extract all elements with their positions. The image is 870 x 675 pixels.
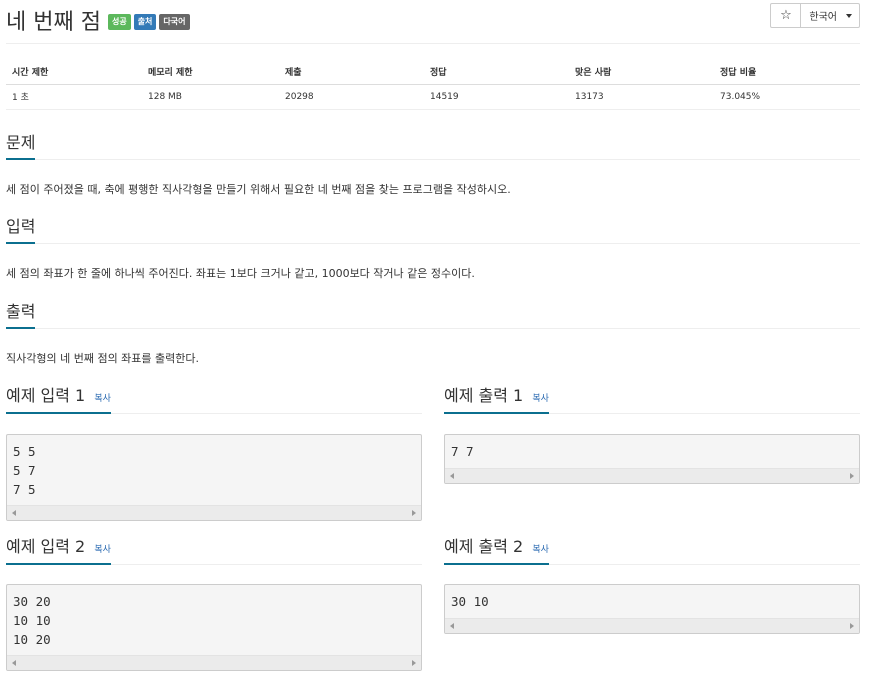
horizontal-scrollbar[interactable] (445, 468, 859, 483)
horizontal-scrollbar[interactable] (7, 655, 421, 670)
value-memory-limit: 128 MB (142, 84, 279, 110)
copy-button[interactable]: 복사 (94, 394, 111, 404)
star-icon: ☆ (780, 8, 792, 23)
sample-input-1-code-box[interactable]: 5 5 5 7 7 5 (6, 434, 422, 521)
header-memory-limit: 메모리 제한 (142, 60, 279, 85)
table-row: 1 초 128 MB 20298 14519 13173 73.045% (6, 84, 860, 110)
sample-input-2-code-box[interactable]: 30 20 10 10 10 20 (6, 584, 422, 671)
output-description: 직사각형의 네 번째 점의 좌표를 출력한다. (6, 352, 200, 365)
sample-input-1-code: 5 5 5 7 7 5 (13, 444, 36, 497)
language-dropdown[interactable]: 한국어 (801, 3, 860, 28)
header-accepted: 정답 (424, 60, 569, 85)
sample-output-2-code-box[interactable]: 30 10 (444, 584, 860, 634)
header-accept-ratio: 정답 비율 (714, 60, 860, 85)
source-badge[interactable]: 출처 (133, 14, 157, 30)
caret-down-icon (846, 13, 852, 18)
problem-info-table: 시간 제한 메모리 제한 제출 정답 맞은 사람 정답 비율 1 초 128 M… (6, 60, 860, 110)
language-label: 한국어 (809, 12, 837, 23)
horizontal-scrollbar[interactable] (7, 505, 421, 520)
multilang-badge[interactable]: 다국어 (159, 14, 190, 30)
copy-button[interactable]: 복사 (532, 545, 549, 555)
scroll-left-icon[interactable] (450, 623, 454, 629)
scroll-left-icon[interactable] (450, 473, 454, 479)
problem-description: 세 점이 주어졌을 때, 축에 평행한 직사각형을 만들기 위해서 필요한 네 … (6, 183, 511, 196)
sample-output-2-code: 30 10 (451, 594, 489, 609)
sample-output-1-code: 7 7 (451, 444, 474, 459)
sample-output-2-title: 예제 출력 2 (444, 537, 524, 556)
output-section: 출력 직사각형의 네 번째 점의 좌표를 출력한다. (6, 302, 860, 366)
sample-input-1: 예제 입력 1 복사 5 5 5 7 7 5 (6, 385, 422, 521)
sample-output-1-title: 예제 출력 1 (444, 386, 524, 405)
copy-button[interactable]: 복사 (94, 545, 111, 555)
problem-heading: 문제 (6, 133, 36, 160)
sample-input-2: 예제 입력 2 복사 30 20 10 10 10 20 (6, 536, 422, 671)
scroll-right-icon[interactable] (412, 510, 416, 516)
scroll-left-icon[interactable] (12, 660, 16, 666)
header-divider (6, 43, 860, 44)
header-solvers: 맞은 사람 (569, 60, 714, 85)
sample-output-2: 예제 출력 2 복사 30 10 (444, 536, 860, 634)
page-title: 네 번째 점 (6, 10, 101, 35)
header-submissions: 제출 (279, 60, 424, 85)
favorite-button[interactable]: ☆ (770, 3, 802, 28)
sample-input-2-title: 예제 입력 2 (6, 537, 86, 556)
copy-button[interactable]: 복사 (532, 394, 549, 404)
status-badge-success[interactable]: 성공 (107, 14, 131, 30)
sample-output-1: 예제 출력 1 복사 7 7 (444, 385, 860, 484)
scroll-right-icon[interactable] (412, 660, 416, 666)
header-time-limit: 시간 제한 (6, 60, 142, 85)
sample-input-1-title: 예제 입력 1 (6, 386, 86, 405)
value-accepted: 14519 (424, 84, 569, 110)
header-button-group: ☆ 한국어 (770, 3, 860, 28)
scroll-right-icon[interactable] (850, 473, 854, 479)
table-header-row: 시간 제한 메모리 제한 제출 정답 맞은 사람 정답 비율 (6, 60, 860, 85)
scroll-left-icon[interactable] (12, 510, 16, 516)
value-submissions: 20298 (279, 84, 424, 110)
sample-output-1-code-box[interactable]: 7 7 (444, 434, 860, 484)
problem-section: 문제 세 점이 주어졌을 때, 축에 평행한 직사각형을 만들기 위해서 필요한… (6, 133, 860, 197)
input-heading: 입력 (6, 217, 36, 244)
output-heading: 출력 (6, 302, 36, 329)
horizontal-scrollbar[interactable] (445, 618, 859, 633)
sample-input-2-code: 30 20 10 10 10 20 (13, 594, 51, 647)
input-section: 입력 세 점의 좌표가 한 줄에 하나씩 주어진다. 좌표는 1보다 크거나 같… (6, 217, 860, 281)
scroll-right-icon[interactable] (850, 623, 854, 629)
title-row: 네 번째 점 성공 출처 다국어 (6, 2, 190, 38)
input-description: 세 점의 좌표가 한 줄에 하나씩 주어진다. 좌표는 1보다 크거나 같고, … (6, 267, 475, 280)
value-solvers: 13173 (569, 84, 714, 110)
value-time-limit: 1 초 (6, 84, 142, 110)
value-accept-ratio: 73.045% (714, 84, 860, 110)
